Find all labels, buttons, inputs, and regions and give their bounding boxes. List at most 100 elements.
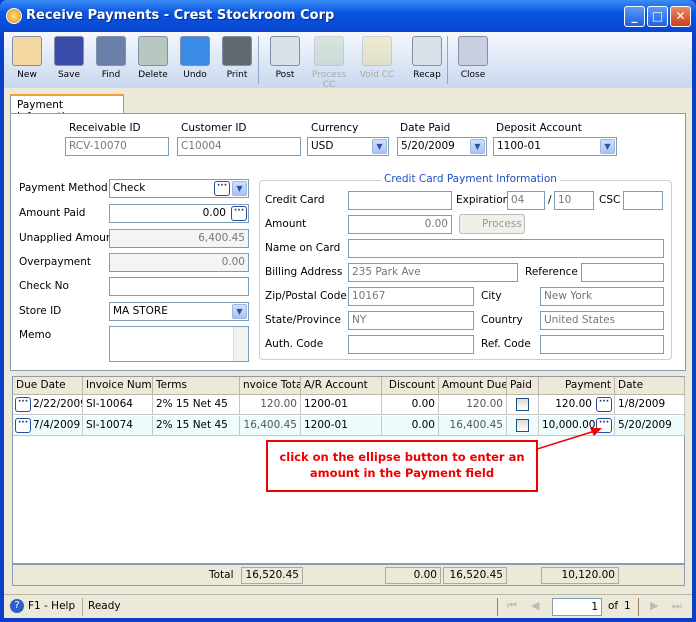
- cc-amount-field[interactable]: 0.00: [348, 215, 452, 234]
- minimize-button[interactable]: _: [624, 6, 645, 27]
- unapplied-amount-field[interactable]: 6,400.45: [109, 229, 249, 248]
- help-label[interactable]: F1 - Help: [28, 600, 75, 612]
- grid-cell[interactable]: 2% 15 Net 45: [153, 395, 240, 415]
- column-header[interactable]: A/R Account: [301, 377, 382, 395]
- toolbar-close-button[interactable]: Close: [452, 34, 494, 86]
- paid-checkbox[interactable]: [516, 419, 529, 432]
- store-id-select[interactable]: MA STORE ▼: [109, 302, 249, 321]
- toolbar-delete-button[interactable]: Delete: [132, 34, 174, 86]
- customer-id-field[interactable]: C10004: [177, 137, 301, 156]
- ellipsis-button[interactable]: ···: [231, 206, 247, 221]
- grid-cell[interactable]: 0.00: [382, 395, 439, 415]
- column-header[interactable]: Due Date: [13, 377, 83, 395]
- column-header[interactable]: Invoice Numb: [83, 377, 153, 395]
- country-label: Country: [481, 314, 523, 326]
- table-row[interactable]: ··· 7/4/2009 SI-10074 2% 15 Net 45 16,400.45…: [13, 416, 685, 437]
- chevron-down-icon[interactable]: ▼: [232, 181, 247, 196]
- csc-field[interactable]: [623, 191, 663, 210]
- column-header[interactable]: Paid: [507, 377, 539, 395]
- toolbar: New Save Find Delete Undo Print Post Process CC…: [4, 32, 692, 90]
- grid-cell[interactable]: ··· 7/4/2009: [13, 416, 83, 436]
- next-page-icon[interactable]: ▶: [650, 599, 658, 612]
- expiration-month-field[interactable]: 04: [507, 191, 545, 210]
- grid-cell[interactable]: 120.00: [439, 395, 507, 415]
- grid-cell[interactable]: 16,400.45: [240, 416, 301, 436]
- due-date-ellipsis-button[interactable]: ···: [15, 418, 31, 433]
- grid-cell[interactable]: 2% 15 Net 45: [153, 416, 240, 436]
- table-row[interactable]: ··· 2/22/2009 SI-10064 2% 15 Net 45 120.00 12…: [13, 395, 685, 416]
- toolbar-find-button[interactable]: Find: [90, 34, 132, 86]
- grid-cell[interactable]: SI-10074: [83, 416, 153, 436]
- grid-cell[interactable]: ··· 2/22/2009: [13, 395, 83, 415]
- toolbar-undo-button[interactable]: Undo: [174, 34, 216, 86]
- column-header[interactable]: Amount Due: [439, 377, 507, 395]
- toolbar-new-button[interactable]: New: [6, 34, 48, 86]
- customer-id-field-value: C10004: [181, 140, 222, 152]
- country-field[interactable]: United States: [540, 311, 664, 330]
- grid-cell[interactable]: 0.00: [382, 416, 439, 436]
- due-date-ellipsis-button[interactable]: ···: [15, 397, 31, 412]
- payment-ellipsis-button[interactable]: ···: [596, 397, 612, 412]
- payment-ellipsis-button[interactable]: ···: [596, 418, 612, 433]
- toolbar-save-button[interactable]: Save: [48, 34, 90, 86]
- grid-cell[interactable]: 5/20/2009: [615, 416, 685, 436]
- cc-amount-field-value: 0.00: [424, 218, 448, 230]
- chevron-down-icon[interactable]: ▼: [600, 139, 615, 154]
- column-header[interactable]: Terms: [153, 377, 240, 395]
- chevron-down-icon[interactable]: ▼: [470, 139, 485, 154]
- cell-value: 2/22/2009: [33, 398, 83, 410]
- paid-checkbox[interactable]: [516, 398, 529, 411]
- grid-cell[interactable]: 1200-01: [301, 416, 382, 436]
- toolbar-recap-button[interactable]: Recap: [406, 34, 448, 86]
- grid-cell[interactable]: 1200-01: [301, 395, 382, 415]
- page-input[interactable]: 1: [552, 598, 602, 616]
- ref-code-field[interactable]: [540, 335, 664, 354]
- process-button[interactable]: Process: [459, 214, 525, 234]
- billing-address-field[interactable]: 235 Park Ave: [348, 263, 518, 282]
- expiration-year-field[interactable]: 10: [554, 191, 594, 210]
- first-page-icon[interactable]: ⏮: [507, 599, 517, 613]
- overpayment-field[interactable]: 0.00: [109, 253, 249, 272]
- currency-select[interactable]: USD ▼: [307, 137, 389, 156]
- column-header[interactable]: Payment: [539, 377, 615, 395]
- amount-paid-field[interactable]: 0.00 ···: [109, 204, 249, 223]
- chevron-down-icon[interactable]: ▼: [372, 139, 387, 154]
- grid-cell[interactable]: 1/8/2009: [615, 395, 685, 415]
- city-field[interactable]: New York: [540, 287, 664, 306]
- memo-textarea[interactable]: [109, 326, 249, 362]
- tab-payment-information[interactable]: Payment Information: [10, 94, 124, 123]
- memo-scrollbar[interactable]: [233, 327, 248, 361]
- state-field[interactable]: NY: [348, 311, 474, 330]
- grid-cell[interactable]: ··· 120.00: [539, 395, 615, 415]
- window-title: Receive Payments - Crest Stockroom Corp: [26, 8, 335, 23]
- cell-value: 16,400.45: [449, 419, 503, 431]
- cell-value: 0.00: [411, 419, 435, 431]
- deposit-account-select[interactable]: 1100-01 ▼: [493, 137, 617, 156]
- auth-code-field[interactable]: [348, 335, 474, 354]
- void-cc-icon: [362, 36, 392, 66]
- toolbar-print-button[interactable]: Print: [216, 34, 258, 86]
- last-page-icon[interactable]: ⏭: [672, 599, 682, 613]
- column-header[interactable]: Discount: [382, 377, 439, 395]
- chevron-down-icon[interactable]: ▼: [232, 304, 247, 319]
- receivable-id-field[interactable]: RCV-10070: [65, 137, 169, 156]
- status-bar: ? F1 - Help Ready ⏮ ◀ 1 of 1 ▶ ⏭: [4, 594, 692, 618]
- grid-cell[interactable]: ··· 10,000.00: [539, 416, 615, 436]
- column-header[interactable]: Date: [615, 377, 685, 395]
- column-header[interactable]: nvoice Total: [240, 377, 301, 395]
- window-close-button[interactable]: ✕: [670, 6, 691, 27]
- check-no-field[interactable]: [109, 277, 249, 296]
- prev-page-icon[interactable]: ◀: [531, 599, 539, 612]
- payment-method-select[interactable]: Check ▼ ···: [109, 179, 249, 198]
- grid-cell[interactable]: 120.00: [240, 395, 301, 415]
- toolbar-post-button[interactable]: Post: [264, 34, 306, 86]
- credit-card-field[interactable]: [348, 191, 452, 210]
- date-paid-picker[interactable]: 5/20/2009 ▼: [397, 137, 487, 156]
- zip-field[interactable]: 10167: [348, 287, 474, 306]
- grid-cell[interactable]: 16,400.45: [439, 416, 507, 436]
- maximize-button[interactable]: □: [647, 6, 668, 27]
- grid-cell[interactable]: SI-10064: [83, 395, 153, 415]
- ellipsis-button[interactable]: ···: [214, 181, 230, 196]
- name-on-card-field[interactable]: [348, 239, 664, 258]
- reference-field[interactable]: [581, 263, 664, 282]
